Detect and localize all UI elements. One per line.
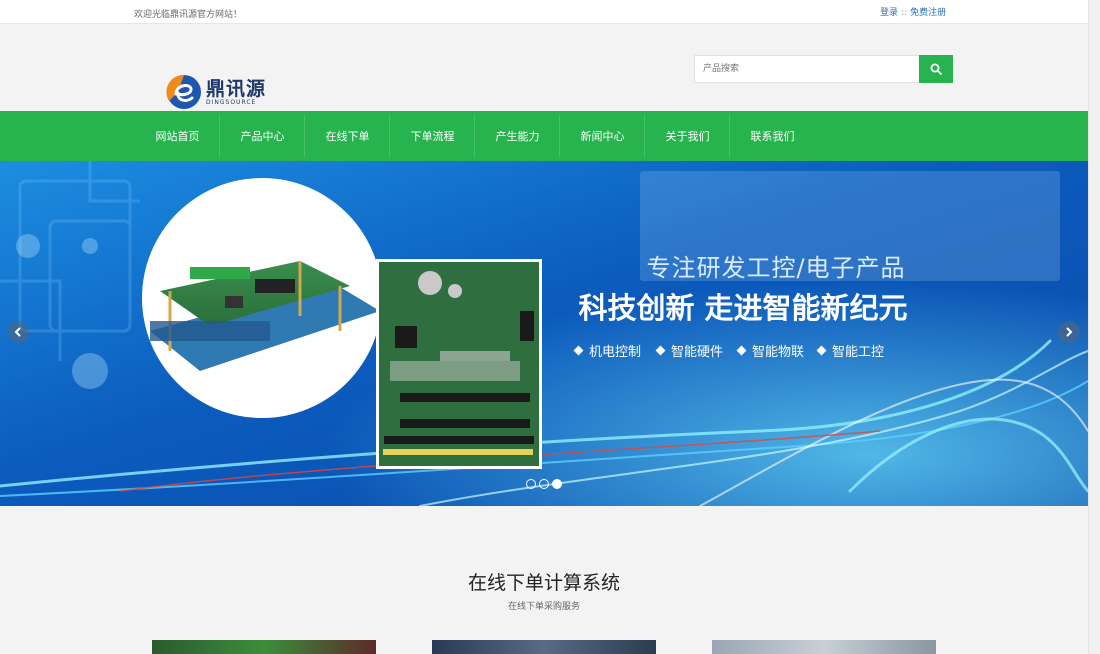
banner-feature-2: 智能硬件 xyxy=(671,345,723,360)
banner-pagination xyxy=(526,479,562,489)
nav-item-order-process[interactable]: 下单流程 xyxy=(390,111,475,161)
site-logo[interactable]: 鼎讯源 DINGSOURCE xyxy=(166,74,266,110)
page: 欢迎光临鼎讯源官方网站！ 登录:: 免费注册 鼎讯源 DINGSOURCE 产品… xyxy=(0,0,1088,654)
banner-feature-1: 机电控制 xyxy=(589,345,641,360)
search-button[interactable] xyxy=(919,55,953,83)
logo-chinese-name: 鼎讯源 xyxy=(206,77,267,100)
search-input[interactable] xyxy=(694,55,919,83)
banner-artwork: 专注研发工控/电子产品 科技创新 走进智能新纪元 机电控制 智能硬件 智能物联 … xyxy=(0,161,1088,506)
logo-text: 鼎讯源 DINGSOURCE xyxy=(206,79,266,106)
page-scrollbar[interactable] xyxy=(1088,0,1100,654)
section-subtitle: 在线下单采购服务 xyxy=(507,602,580,612)
section-title: 在线下单计算系统 xyxy=(467,572,620,594)
banner-prev-button[interactable] xyxy=(7,321,29,343)
search-icon xyxy=(930,63,942,75)
auth-separator: :: xyxy=(901,8,908,18)
nav-item-contact[interactable]: 联系我们 xyxy=(730,111,815,161)
chevron-right-icon xyxy=(1066,327,1073,337)
nav-item-capacity[interactable]: 产生能力 xyxy=(475,111,560,161)
top-bar: 欢迎光临鼎讯源官方网站！ 登录:: 免费注册 xyxy=(0,0,1088,24)
site-header: 鼎讯源 DINGSOURCE xyxy=(0,24,1088,111)
nav-item-news[interactable]: 新闻中心 xyxy=(560,111,645,161)
main-nav: 网站首页 产品中心 在线下单 下单流程 产生能力 新闻中心 关于我们 联系我们 xyxy=(0,111,1088,161)
logo-english-name: DINGSOURCE xyxy=(206,98,257,106)
register-link[interactable]: 免费注册 xyxy=(910,8,946,18)
search-box xyxy=(694,55,953,83)
chevron-left-icon xyxy=(14,327,21,337)
product-thumbnail-3[interactable] xyxy=(712,640,936,654)
login-link[interactable]: 登录 xyxy=(880,8,898,18)
welcome-text: 欢迎光临鼎讯源官方网站！ xyxy=(134,10,243,20)
banner-dot-2[interactable] xyxy=(539,479,549,489)
banner-feature-4: 智能工控 xyxy=(832,345,884,360)
product-thumbnail-1[interactable] xyxy=(152,640,376,654)
banner-headline-2: 科技创新 走进智能新纪元 xyxy=(578,291,907,325)
banner-feature-3: 智能物联 xyxy=(752,345,804,360)
nav-item-home[interactable]: 网站首页 xyxy=(135,111,220,161)
banner-next-button[interactable] xyxy=(1058,321,1080,343)
banner-dot-1[interactable] xyxy=(526,479,536,489)
auth-links: 登录:: 免费注册 xyxy=(880,5,946,18)
hero-banner[interactable]: 专注研发工控/电子产品 科技创新 走进智能新纪元 机电控制 智能硬件 智能物联 … xyxy=(0,161,1088,506)
banner-dot-3[interactable] xyxy=(552,479,562,489)
nav-item-online-order[interactable]: 在线下单 xyxy=(305,111,390,161)
nav-item-products[interactable]: 产品中心 xyxy=(220,111,305,161)
banner-headline-1: 专注研发工控/电子产品 xyxy=(646,254,905,282)
nav-item-about[interactable]: 关于我们 xyxy=(645,111,730,161)
product-thumbnail-2[interactable] xyxy=(432,640,656,654)
logo-mark-icon xyxy=(166,74,201,109)
online-order-section: 在线下单计算系统 在线下单采购服务 xyxy=(0,534,1088,654)
